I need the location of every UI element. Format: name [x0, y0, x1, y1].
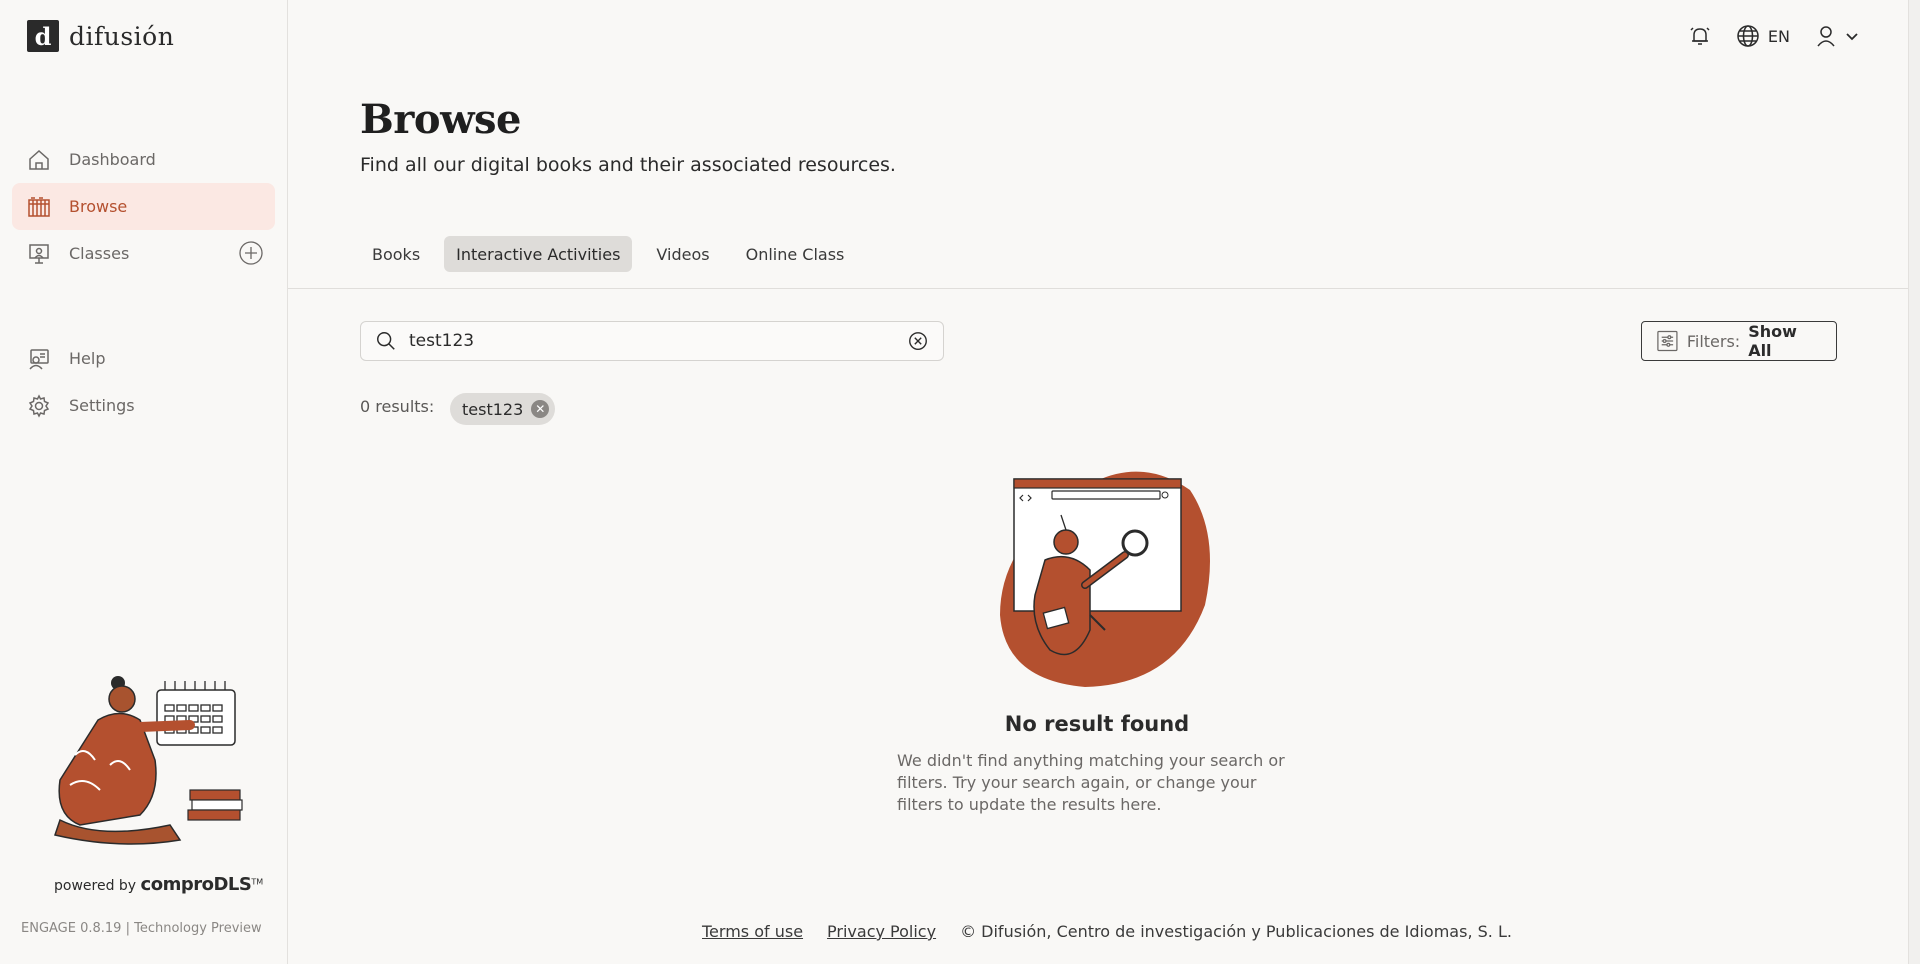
clear-search-icon[interactable] [907, 330, 929, 352]
search-box [360, 321, 944, 361]
page-subtitle: Find all our digital books and their ass… [360, 154, 896, 176]
teacher-calendar-illustration [54, 676, 243, 845]
sidebar-item-browse[interactable]: Browse [12, 183, 275, 230]
main-nav: Dashboard Browse Classes [12, 136, 275, 277]
chevron-down-icon [1846, 33, 1858, 41]
help-icon [29, 348, 49, 370]
version-text: ENGAGE 0.8.19 | Technology Preview [21, 921, 262, 936]
search-icon [377, 332, 395, 350]
search-term-chip: test123 ✕ [450, 393, 556, 425]
search-input[interactable] [409, 331, 895, 351]
notification-bell-icon[interactable] [1688, 24, 1712, 48]
tab-online-class[interactable]: Online Class [734, 236, 857, 272]
sidebar-item-settings[interactable]: Settings [12, 382, 275, 429]
tab-interactive-activities[interactable]: Interactive Activities [444, 236, 633, 272]
trademark-mark: TM [251, 877, 264, 887]
sidebar-item-label: Classes [69, 244, 130, 263]
user-icon [1817, 26, 1835, 47]
filters-value: Show All [1748, 322, 1797, 360]
language-label: EN [1767, 26, 1790, 46]
empty-state-text: We didn't find anything matching your se… [897, 751, 1285, 814]
sliders-icon [1657, 330, 1678, 352]
language-selector[interactable]: EN [1736, 24, 1790, 48]
powered-prefix: powered by [54, 878, 137, 894]
robot-search-illustration [1000, 471, 1210, 687]
copyright-text: © Difusión, Centro de investigación y Pu… [960, 922, 1512, 941]
classroom-icon [29, 243, 49, 264]
content-tabs: Books Interactive Activities Videos Onli… [360, 236, 856, 272]
tab-books[interactable]: Books [360, 236, 432, 272]
privacy-link[interactable]: Privacy Policy [827, 922, 936, 941]
filters-button[interactable]: Filters: Show All [1641, 321, 1837, 361]
tabs-divider [288, 288, 1908, 289]
sidebar-item-classes[interactable]: Classes [12, 230, 275, 277]
logo[interactable]: d difusión [27, 20, 174, 52]
home-icon [29, 149, 49, 170]
sidebar-item-label: Browse [69, 197, 128, 216]
results-count: 0 results: [360, 397, 435, 416]
page-scrollbar[interactable] [1908, 0, 1920, 964]
empty-state-title: No result found [1004, 712, 1190, 736]
footer: Terms of use Privacy Policy © Difusión, … [702, 922, 1512, 941]
terms-link[interactable]: Terms of use [702, 922, 803, 941]
add-class-icon[interactable] [239, 241, 263, 265]
logo-mark: d [27, 20, 59, 52]
topbar: EN [1688, 24, 1860, 48]
sidebar-item-label: Settings [69, 396, 135, 415]
library-icon [28, 196, 50, 217]
powered-brand: comproDLS [140, 874, 252, 895]
chip-remove-icon[interactable]: ✕ [531, 400, 550, 418]
user-menu[interactable] [1814, 24, 1860, 48]
gear-icon [28, 393, 50, 418]
sidebar-item-dashboard[interactable]: Dashboard [12, 136, 275, 183]
sidebar-item-label: Help [69, 349, 106, 368]
page-title: Browse [360, 96, 521, 143]
globe-icon [1737, 25, 1759, 47]
sidebar: d difusión Dashboard Browse Classes Help… [0, 0, 288, 964]
secondary-nav: Help Settings [12, 335, 275, 429]
logo-text: difusión [69, 21, 175, 51]
filters-label: Filters: [1686, 331, 1741, 351]
powered-by: powered by comproDLSTM [54, 874, 263, 895]
sidebar-item-label: Dashboard [69, 150, 156, 169]
sidebar-item-help[interactable]: Help [12, 335, 275, 382]
tab-videos[interactable]: Videos [644, 236, 721, 272]
chip-label: test123 [462, 399, 524, 419]
